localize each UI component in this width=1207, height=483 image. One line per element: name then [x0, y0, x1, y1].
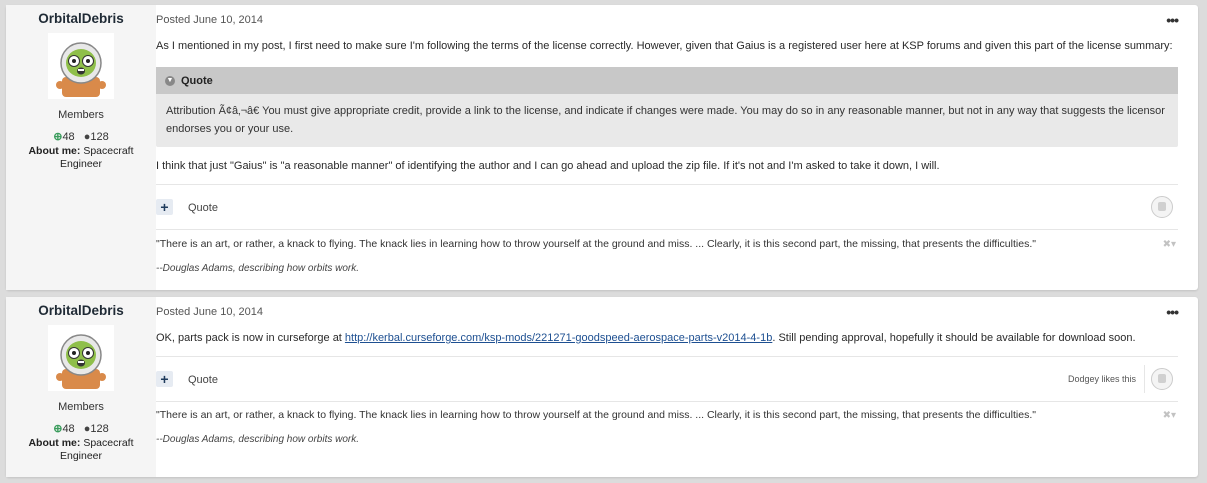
post-body: Posted June 10, 2014 ••• OK, parts pack … [156, 297, 1198, 477]
quote-button[interactable]: Quote [188, 202, 218, 214]
text-before-link: OK, parts pack is now in curseforge at [156, 332, 345, 344]
thumbs-up-icon[interactable] [1151, 196, 1173, 218]
author-panel: OrbitalDebris Members ⊕48 ●128 About me: [6, 297, 156, 477]
plus-icon: + [160, 199, 169, 215]
likes-summary[interactable]: Dodgey likes this [1068, 374, 1136, 384]
quote-button[interactable]: Quote [188, 374, 218, 386]
post-count[interactable]: 128 [90, 131, 108, 143]
close-icon[interactable]: ✖▾ [1163, 410, 1176, 421]
curseforge-link[interactable]: http://kerbal.curseforge.com/ksp-mods/22… [345, 332, 772, 344]
about-me-label: About me: [28, 145, 81, 157]
about-me: About me: Spacecraft Engineer [6, 437, 156, 463]
post-actions: + Quote [156, 184, 1178, 230]
author-stats: ⊕48 ●128 [6, 130, 156, 143]
member-group: Members [58, 109, 104, 121]
author-panel: OrbitalDebris Members ⊕48 ●128 About me: [6, 5, 156, 290]
quote-block: ▼ Quote Attribution Ã¢â‚¬â€ You must giv… [156, 67, 1178, 147]
divider [1144, 365, 1145, 393]
post-count[interactable]: 128 [90, 423, 108, 435]
post-paragraph: As I mentioned in my post, I first need … [156, 40, 1173, 52]
thumbs-up-icon[interactable] [1151, 368, 1173, 390]
author-name[interactable]: OrbitalDebris [6, 11, 156, 26]
post-paragraph: OK, parts pack is now in curseforge at h… [156, 330, 1176, 347]
quote-text: Attribution Ã¢â‚¬â€ You must give approp… [166, 105, 1165, 135]
author-name[interactable]: OrbitalDebris [6, 303, 156, 318]
signature: "There is an art, or rather, a knack to … [156, 238, 1176, 274]
forum-post: OrbitalDebris Members ⊕48 ●128 About me: [6, 297, 1198, 477]
text-after-link: . Still pending approval, hopefully it s… [772, 332, 1136, 344]
quote-label: Quote [181, 74, 213, 87]
about-me-label: About me: [28, 437, 81, 449]
signature: "There is an art, or rather, a knack to … [156, 409, 1176, 445]
signature-quote: "There is an art, or rather, a knack to … [156, 238, 1036, 250]
plus-icon: + [160, 371, 169, 387]
avatar[interactable] [48, 33, 114, 99]
reputation-count: 48 [62, 131, 75, 143]
post-date[interactable]: Posted June 10, 2014 [156, 14, 263, 26]
ellipsis-icon[interactable]: ••• [1166, 12, 1179, 28]
member-group: Members [58, 401, 104, 413]
author-stats: ⊕48 ●128 [6, 422, 156, 435]
signature-attribution: --Douglas Adams, describing how orbits w… [156, 263, 360, 274]
forum-post: OrbitalDebris Members ⊕48 ●128 About me: [6, 5, 1198, 290]
post-body: Posted June 10, 2014 ••• As I mentioned … [156, 5, 1198, 290]
reputation-count: 48 [62, 423, 75, 435]
multiquote-button[interactable]: + [156, 371, 173, 387]
avatar[interactable] [48, 325, 114, 391]
multiquote-button[interactable]: + [156, 199, 173, 215]
chevron-down-icon[interactable]: ▼ [165, 75, 175, 86]
ellipsis-icon[interactable]: ••• [1166, 304, 1179, 320]
post-paragraph: I think that just "Gaius" is "a reasonab… [156, 160, 940, 172]
post-actions: + Quote Dodgey likes this [156, 356, 1178, 402]
quote-header[interactable]: ▼ Quote [156, 67, 1178, 94]
post-date[interactable]: Posted June 10, 2014 [156, 306, 263, 318]
signature-attribution: --Douglas Adams, describing how orbits w… [156, 434, 360, 445]
close-icon[interactable]: ✖▾ [1163, 239, 1176, 250]
signature-quote: "There is an art, or rather, a knack to … [156, 409, 1036, 421]
about-me: About me: Spacecraft Engineer [6, 145, 156, 171]
